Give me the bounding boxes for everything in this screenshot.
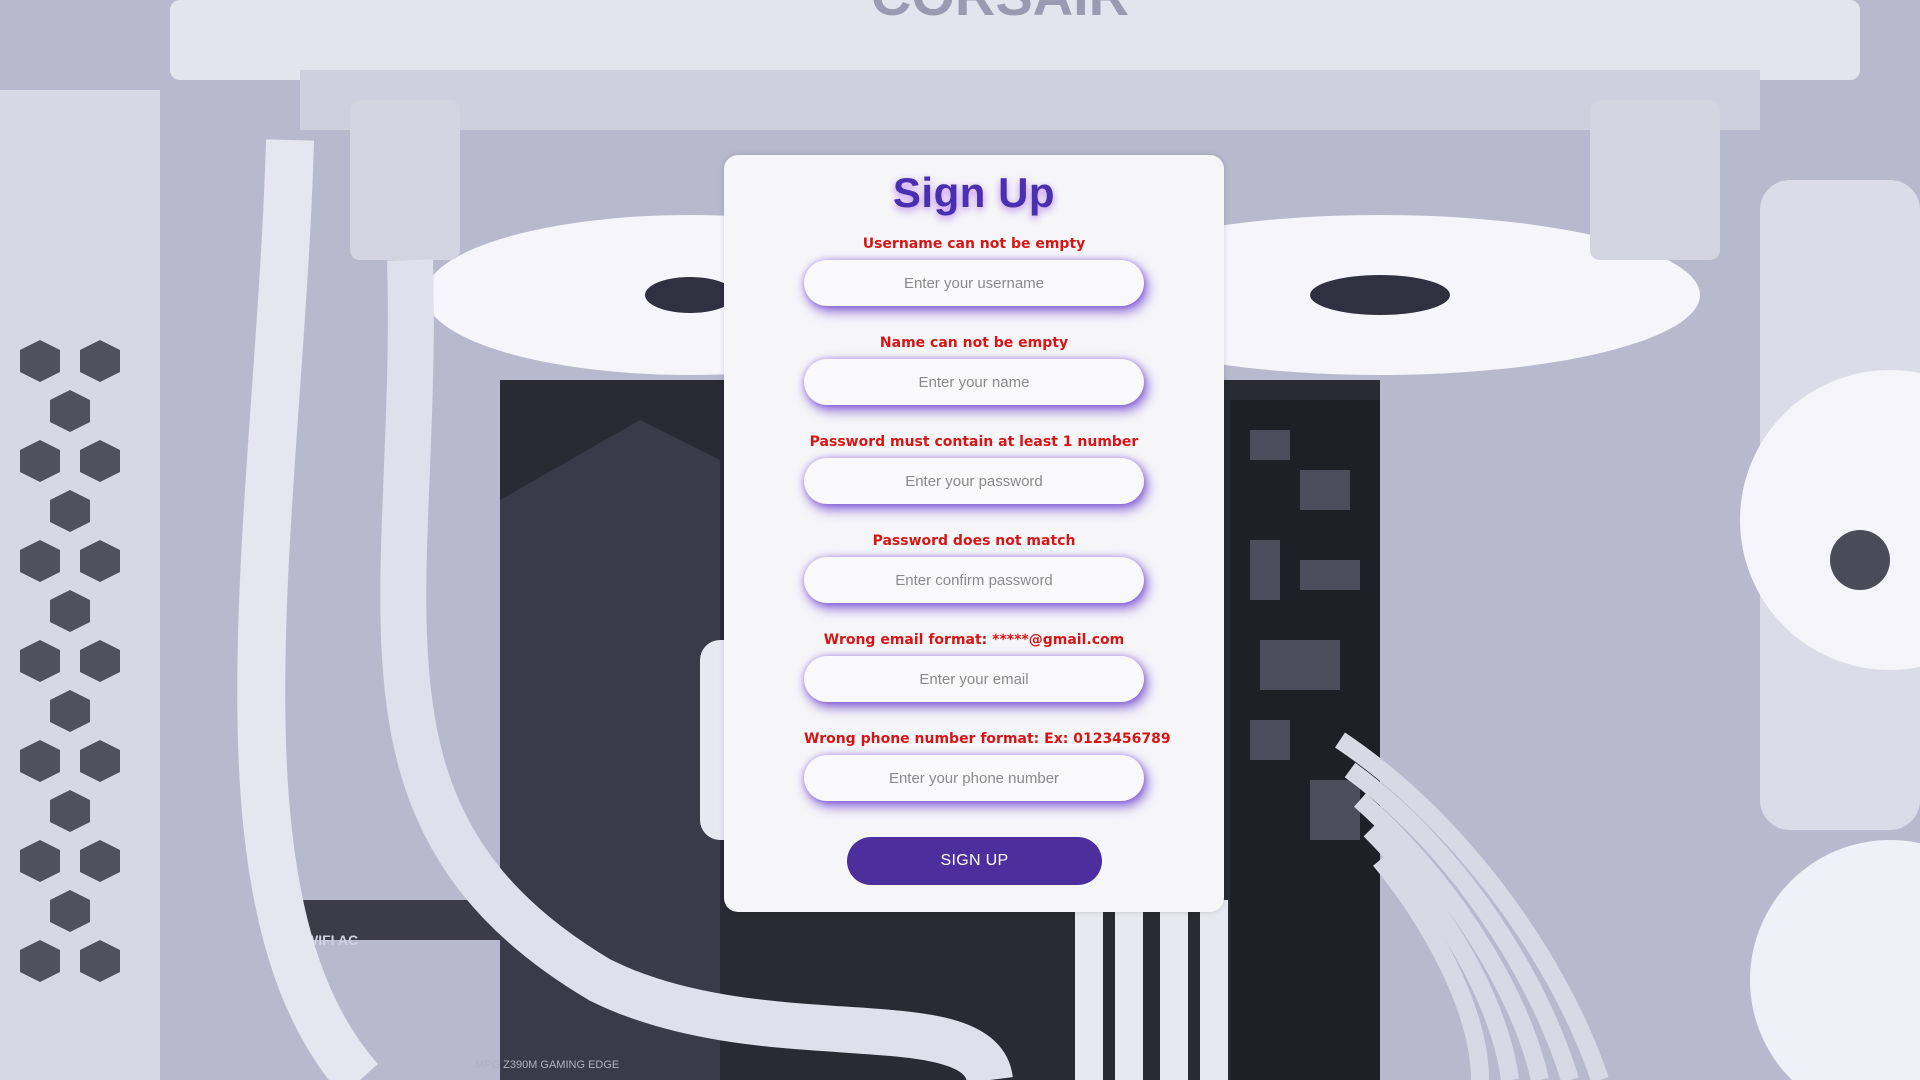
confirm-password-group: Password does not match <box>804 531 1144 603</box>
email-input[interactable] <box>804 656 1144 702</box>
password-error: Password must contain at least 1 number <box>809 434 1139 450</box>
email-group: Wrong email format: *****@gmail.com <box>804 630 1144 702</box>
sign-up-button[interactable]: SIGN UP <box>847 837 1102 885</box>
confirm-password-input[interactable] <box>804 557 1144 603</box>
phone-error: Wrong phone number format: Ex: 012345678… <box>804 731 1171 747</box>
board-label: MPG Z390M GAMING EDGE <box>475 1059 619 1071</box>
phone-group: Wrong phone number format: Ex: 012345678… <box>804 729 1171 801</box>
username-input[interactable] <box>804 260 1144 306</box>
confirm-password-error: Password does not match <box>872 533 1076 549</box>
password-input[interactable] <box>804 458 1144 504</box>
username-error: Username can not be empty <box>862 236 1086 252</box>
phone-input[interactable] <box>804 755 1144 801</box>
signup-card: Sign Up Username can not be empty Name c… <box>724 155 1224 912</box>
brand-logo-text: CORSAIR <box>871 0 1129 27</box>
page-title: Sign Up <box>892 169 1056 216</box>
name-input[interactable] <box>804 359 1144 405</box>
name-error: Name can not be empty <box>879 335 1069 351</box>
name-group: Name can not be empty <box>804 333 1144 405</box>
email-error: Wrong email format: *****@gmail.com <box>823 632 1125 648</box>
username-group: Username can not be empty <box>804 234 1144 306</box>
password-group: Password must contain at least 1 number <box>804 432 1144 504</box>
